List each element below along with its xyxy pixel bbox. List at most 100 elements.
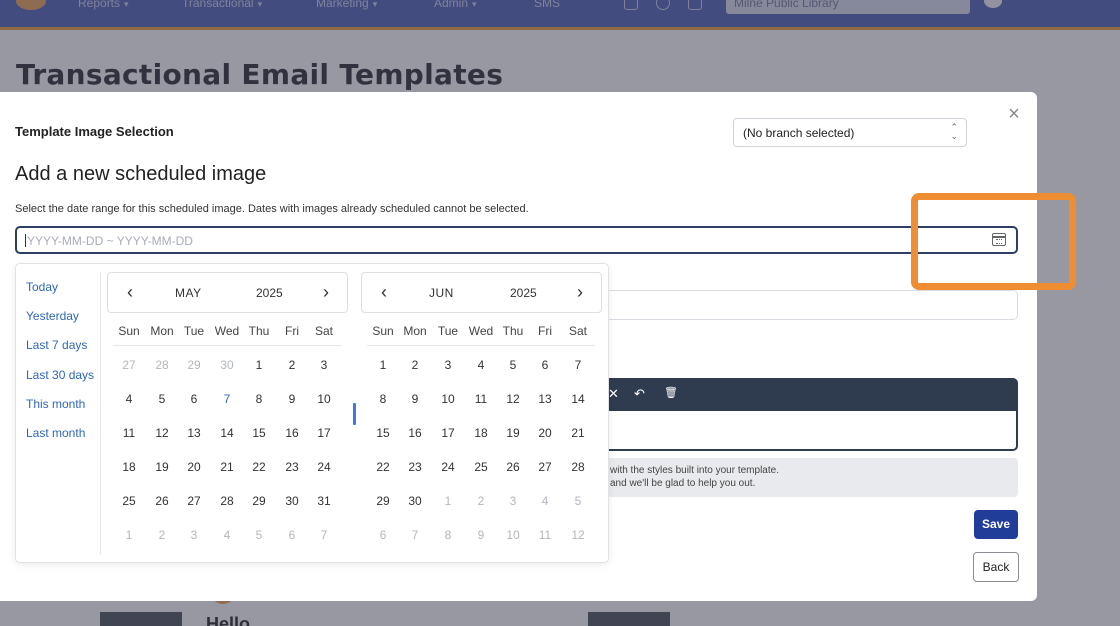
calendar-day[interactable]: 30	[277, 490, 307, 512]
calendar-day[interactable]: 4	[466, 354, 496, 376]
next-month-icon[interactable]: ›	[318, 283, 334, 301]
calendar-day: 1	[444, 494, 452, 508]
calendar-day[interactable]: 1	[368, 354, 398, 376]
next-month-icon[interactable]: ›	[572, 283, 588, 301]
branch-select-value: (No branch selected)	[743, 126, 855, 140]
calendar-day: 5	[255, 528, 263, 542]
calendar-day[interactable]: 13	[530, 388, 560, 410]
text-input[interactable]	[600, 290, 1018, 320]
branch-select[interactable]: (No branch selected) ⌃ ⌄	[733, 118, 967, 147]
clear-format-icon[interactable]: ✕	[608, 386, 619, 402]
year-label[interactable]: 2025	[256, 286, 283, 300]
save-button[interactable]: Save	[974, 510, 1018, 539]
calendar-day[interactable]: 30	[400, 490, 430, 512]
weekday-divider	[113, 345, 341, 346]
calendar-day[interactable]: 7	[563, 354, 593, 376]
calendar-day[interactable]: 26	[498, 456, 528, 478]
calendar-day[interactable]: 5	[147, 388, 177, 410]
preset-last-7-days[interactable]: Last 7 days	[26, 338, 87, 352]
calendar-day[interactable]: 27	[179, 490, 209, 512]
calendar-day[interactable]: 19	[498, 422, 528, 444]
calendar-day[interactable]: 7	[212, 388, 242, 410]
undo-icon[interactable]: ↶	[634, 386, 645, 402]
calendar-day[interactable]: 10	[309, 388, 339, 410]
preset-today[interactable]: Today	[26, 280, 58, 294]
calendar-day[interactable]: 18	[466, 422, 496, 444]
calendar-day[interactable]: 27	[530, 456, 560, 478]
calendar-day[interactable]: 13	[179, 422, 209, 444]
calendar-day[interactable]: 29	[368, 490, 398, 512]
calendar-day[interactable]: 16	[277, 422, 307, 444]
weekday-label: Sat	[568, 324, 587, 338]
calendar-day[interactable]: 4	[114, 388, 144, 410]
calendar-day[interactable]: 17	[433, 422, 463, 444]
calendar-day[interactable]: 1	[244, 354, 274, 376]
calendar-day[interactable]: 12	[498, 388, 528, 410]
calendar-day[interactable]: 31	[309, 490, 339, 512]
calendar-day[interactable]: 24	[309, 456, 339, 478]
calendar-day[interactable]: 2	[277, 354, 307, 376]
calendar-day[interactable]: 18	[114, 456, 144, 478]
calendar-day[interactable]: 15	[368, 422, 398, 444]
calendar-day[interactable]: 9	[400, 388, 430, 410]
calendar-day[interactable]: 8	[368, 388, 398, 410]
calendar-day[interactable]: 15	[244, 422, 274, 444]
calendar-day[interactable]: 5	[498, 354, 528, 376]
calendar-day[interactable]: 21	[212, 456, 242, 478]
calendar-day: 9	[477, 528, 485, 542]
preset-last-30-days[interactable]: Last 30 days	[26, 368, 94, 382]
calendar-day[interactable]: 11	[466, 388, 496, 410]
calendar-day[interactable]: 17	[309, 422, 339, 444]
weekday-label: Tue	[183, 324, 205, 338]
calendar-day[interactable]: 26	[147, 490, 177, 512]
scroll-indicator[interactable]	[353, 403, 356, 425]
calendar-day[interactable]: 19	[147, 456, 177, 478]
month-label[interactable]: JUN	[429, 286, 454, 300]
date-range-input[interactable]: YYYY-MM-DD ~ YYYY-MM-DD	[15, 226, 1018, 254]
close-icon[interactable]: ×	[1006, 104, 1022, 124]
calendar-day[interactable]: 25	[114, 490, 144, 512]
calendar-day[interactable]: 2	[400, 354, 430, 376]
calendar-day[interactable]: 6	[179, 388, 209, 410]
calendar-day[interactable]: 22	[244, 456, 274, 478]
back-button[interactable]: Back	[973, 552, 1019, 582]
info-line: and we'll be glad to help you out.	[610, 478, 756, 489]
calendar-day[interactable]: 22	[368, 456, 398, 478]
calendar-day[interactable]: 14	[563, 388, 593, 410]
calendar-day[interactable]: 16	[400, 422, 430, 444]
calendar-day[interactable]: 6	[530, 354, 560, 376]
calendar-day[interactable]: 3	[309, 354, 339, 376]
calendar-day[interactable]: 25	[466, 456, 496, 478]
calendar-day[interactable]: 28	[212, 490, 242, 512]
preset-last-month[interactable]: Last month	[26, 426, 85, 440]
weekday-divider	[367, 345, 595, 346]
calendar-day[interactable]: 3	[433, 354, 463, 376]
calendar-day[interactable]: 20	[179, 456, 209, 478]
calendar-day[interactable]: 10	[433, 388, 463, 410]
calendar-day[interactable]: 24	[433, 456, 463, 478]
calendar-day[interactable]: 23	[277, 456, 307, 478]
calendar-day[interactable]: 11	[114, 422, 144, 444]
month-label[interactable]: MAY	[175, 286, 202, 300]
year-label[interactable]: 2025	[510, 286, 537, 300]
prev-month-icon[interactable]: ‹	[376, 283, 392, 301]
calendar-day[interactable]: 23	[400, 456, 430, 478]
calendar-day[interactable]: 21	[563, 422, 593, 444]
trash-icon[interactable]: 🗑	[664, 386, 678, 399]
weekday-label: Sun	[372, 324, 394, 338]
prev-month-icon[interactable]: ‹	[122, 283, 138, 301]
calendar-day[interactable]: 12	[147, 422, 177, 444]
preset-yesterday[interactable]: Yesterday	[26, 309, 79, 323]
section-title: Add a new scheduled image	[15, 163, 267, 185]
calendar-day[interactable]: 28	[563, 456, 593, 478]
weekday-label: Fri	[285, 324, 299, 338]
calendar-day[interactable]: 9	[277, 388, 307, 410]
calendar-day[interactable]: 8	[244, 388, 274, 410]
calendar-day: 3	[509, 494, 517, 508]
calendar-day: 4	[223, 528, 231, 542]
calendar-day[interactable]: 14	[212, 422, 242, 444]
calendar-day[interactable]: 20	[530, 422, 560, 444]
calendar-day[interactable]: 29	[244, 490, 274, 512]
editor-body[interactable]	[600, 410, 1018, 451]
preset-this-month[interactable]: This month	[26, 397, 85, 411]
